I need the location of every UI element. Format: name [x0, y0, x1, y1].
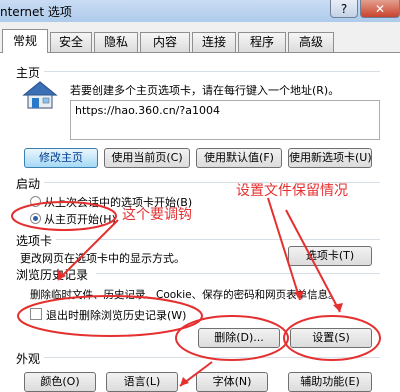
startup-last-session-radio[interactable] [30, 196, 41, 207]
homepage-url-field[interactable]: https://hao.360.cn/?a1004 [70, 100, 380, 140]
history-divider [96, 273, 380, 274]
delete-on-exit-checkbox[interactable] [30, 308, 42, 320]
tab-security[interactable]: 安全 [50, 32, 92, 52]
appearance-section-label: 外观 [16, 352, 41, 366]
languages-button[interactable]: 语言(L) [106, 372, 178, 392]
use-current-button[interactable]: 使用当前页(C) [104, 148, 190, 168]
use-default-button[interactable]: 使用默认值(F) [196, 148, 282, 168]
history-description: 删除临时文件、历史记录、Cookie、保存的密码和网页表单信息。 [30, 289, 339, 301]
delete-history-button[interactable]: 删除(D)... [198, 328, 280, 348]
tab-advanced[interactable]: 高级 [288, 32, 334, 52]
tabs-button[interactable]: 选项卡(T) [288, 246, 372, 266]
homepage-instruction: 若要创建多个主页选项卡，请在每行键入一个地址(R)。 [70, 84, 340, 97]
startup-home-label: 从主页开始(H) [44, 213, 116, 226]
title-bar: nternet 选项 ? ✕ [0, 0, 400, 22]
annotation-keep-settings: 设置文件保留情况 [236, 183, 348, 199]
tab-privacy[interactable]: 隐私 [94, 32, 138, 52]
homepage-section-label: 主页 [16, 66, 41, 80]
use-new-tab-button[interactable]: 使用新选项卡(U) [288, 148, 372, 168]
tabs-description: 更改网页在选项卡中的显示方式。 [20, 252, 185, 265]
tab-content[interactable]: 内容 [140, 32, 190, 52]
startup-section-label: 启动 [16, 177, 41, 191]
tab-connections[interactable]: 连接 [192, 32, 236, 52]
appearance-divider [44, 357, 380, 358]
homepage-divider [44, 71, 380, 72]
annotation-check-this: 这个要调钩 [122, 207, 192, 223]
colors-button[interactable]: 颜色(O) [24, 372, 96, 392]
history-settings-button[interactable]: 设置(S) [290, 328, 372, 348]
tab-general[interactable]: 常规 [2, 29, 48, 53]
history-section-label: 浏览历史记录 [16, 268, 89, 282]
tabs-divider [56, 239, 380, 240]
accessibility-button[interactable]: 辅助功能(E) [288, 372, 372, 392]
tab-programs[interactable]: 程序 [238, 32, 286, 52]
delete-on-exit-label: 退出时删除浏览历史记录(W) [46, 309, 187, 322]
help-button[interactable]: ? [330, 0, 358, 18]
close-button[interactable]: ✕ [360, 0, 400, 18]
house-icon [22, 81, 58, 109]
window-title: nternet 选项 [0, 5, 72, 19]
homepage-url-value: https://hao.360.cn/?a1004 [75, 104, 220, 117]
tabs-section-label: 选项卡 [16, 234, 53, 248]
change-homepage-button[interactable]: 修改主页 [24, 148, 98, 168]
startup-home-radio[interactable] [30, 213, 41, 224]
fonts-button[interactable]: 字体(N) [196, 372, 268, 392]
